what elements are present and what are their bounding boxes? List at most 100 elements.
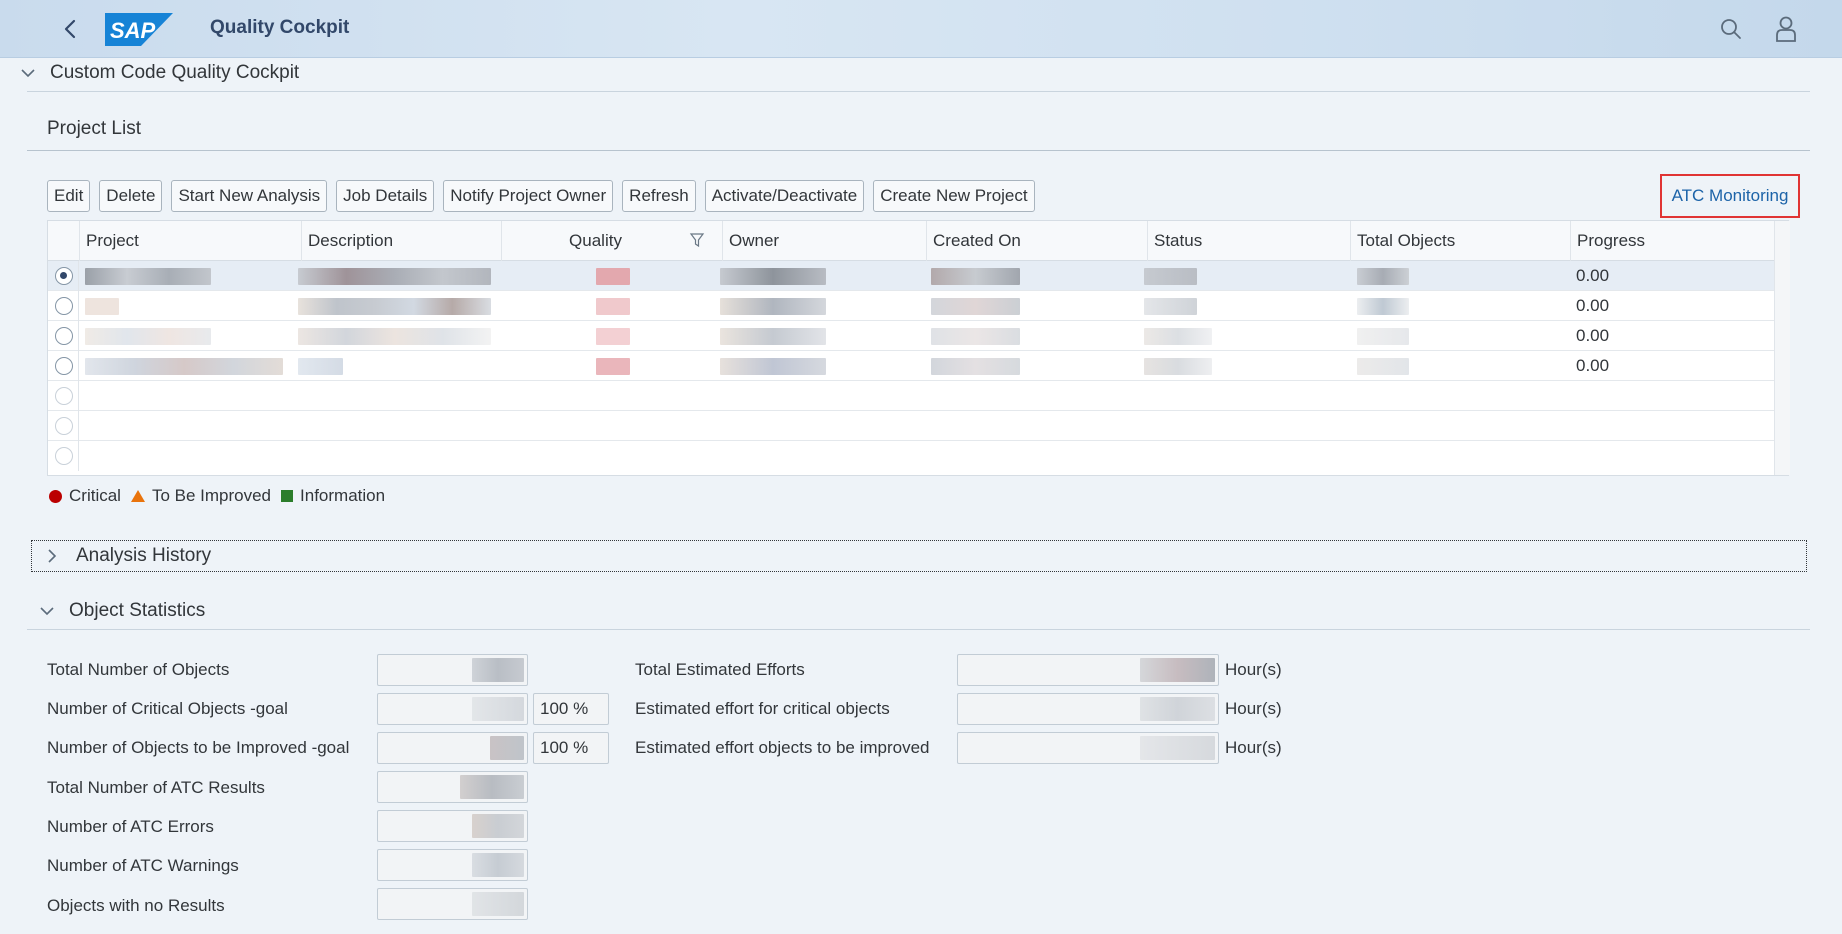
redacted-description bbox=[298, 268, 491, 285]
label-improved-objects-goal: Number of Objects to be Improved -goal bbox=[47, 738, 350, 757]
redacted-owner bbox=[720, 298, 826, 315]
row-selector bbox=[48, 321, 79, 351]
sap-logo[interactable]: SAP bbox=[105, 13, 173, 46]
progress-value: 0.00 bbox=[1576, 326, 1610, 345]
select-column-header bbox=[48, 221, 79, 261]
label-total-estimated-efforts: Total Estimated Efforts bbox=[635, 660, 805, 679]
chevron-right-icon[interactable] bbox=[42, 546, 62, 566]
section-header-object-statistics[interactable]: Object Statistics bbox=[37, 600, 205, 622]
redacted-created-on bbox=[931, 268, 1020, 285]
section-header-custom-code[interactable]: Custom Code Quality Cockpit bbox=[18, 62, 299, 84]
row-selector bbox=[48, 381, 79, 411]
edit-button[interactable]: Edit bbox=[47, 180, 91, 212]
project-list-title: Project List bbox=[47, 118, 141, 139]
redacted-status bbox=[1144, 268, 1197, 285]
section-header-analysis-history[interactable]: Analysis History bbox=[31, 540, 1807, 572]
row-selector bbox=[48, 351, 79, 381]
atc-monitoring-link[interactable]: ATC Monitoring bbox=[1672, 186, 1789, 206]
table-row-empty bbox=[48, 441, 1774, 471]
table-row[interactable]: 0.00 bbox=[48, 321, 1774, 351]
redacted-created-on bbox=[931, 328, 1020, 345]
chevron-down-icon[interactable] bbox=[37, 601, 57, 621]
redacted-value bbox=[472, 697, 524, 721]
redacted-description bbox=[298, 358, 343, 375]
redacted-description bbox=[298, 298, 491, 315]
row-selector bbox=[48, 441, 79, 471]
row-radio[interactable] bbox=[55, 297, 73, 315]
label-total-atc-results: Total Number of ATC Results bbox=[47, 778, 265, 797]
effort-improved-field bbox=[957, 732, 1219, 764]
total-objects-field bbox=[377, 654, 528, 686]
column-header-project[interactable]: Project bbox=[79, 221, 301, 261]
delete-button[interactable]: Delete bbox=[99, 180, 163, 212]
table-row-empty bbox=[48, 381, 1774, 411]
refresh-button[interactable]: Refresh bbox=[622, 180, 696, 212]
objects-no-results-field bbox=[377, 888, 528, 920]
information-square-icon bbox=[281, 490, 294, 502]
label-effort-critical-objects: Estimated effort for critical objects bbox=[635, 699, 890, 718]
notify-project-owner-button[interactable]: Notify Project Owner bbox=[443, 180, 614, 212]
redacted-status bbox=[1144, 298, 1197, 315]
redacted-value bbox=[460, 775, 524, 799]
chevron-down-icon[interactable] bbox=[18, 63, 38, 83]
table-row[interactable]: 0.00 bbox=[48, 291, 1774, 321]
table-row-empty bbox=[48, 411, 1774, 441]
quality-legend: Critical To Be Improved Information bbox=[49, 486, 385, 506]
critical-goal-percent: 100 % bbox=[533, 693, 609, 725]
column-header-owner[interactable]: Owner bbox=[722, 221, 926, 261]
object-statistics-title: Object Statistics bbox=[69, 600, 206, 621]
analysis-history-title: Analysis History bbox=[76, 545, 212, 566]
legend-critical: Critical bbox=[69, 486, 121, 505]
redacted-created-on bbox=[931, 358, 1020, 375]
redacted-value bbox=[472, 814, 524, 838]
critical-dot-icon bbox=[49, 489, 62, 503]
column-header-total-objects[interactable]: Total Objects bbox=[1350, 221, 1570, 261]
label-effort-improved-objects: Estimated effort objects to be improved bbox=[635, 738, 930, 757]
table-row[interactable]: 0.00 bbox=[48, 351, 1774, 381]
row-radio[interactable] bbox=[55, 327, 73, 345]
redacted-project bbox=[85, 328, 211, 345]
row-radio bbox=[55, 417, 73, 435]
redacted-status bbox=[1144, 328, 1212, 345]
column-header-description[interactable]: Description bbox=[301, 221, 501, 261]
column-header-created-on[interactable]: Created On bbox=[926, 221, 1147, 261]
critical-objects-field bbox=[377, 693, 528, 725]
improved-objects-field bbox=[377, 732, 528, 764]
activate-deactivate-button[interactable]: Activate/Deactivate bbox=[704, 180, 865, 212]
column-header-status[interactable]: Status bbox=[1147, 221, 1350, 261]
row-selector bbox=[48, 411, 79, 441]
atc-monitoring-highlight: ATC Monitoring bbox=[1660, 174, 1800, 218]
legend-to-be-improved: To Be Improved bbox=[151, 486, 272, 505]
redacted-total-objects bbox=[1357, 298, 1409, 315]
quality-indicator bbox=[596, 268, 630, 285]
search-icon[interactable] bbox=[1718, 16, 1744, 42]
create-new-project-button[interactable]: Create New Project bbox=[873, 180, 1035, 212]
job-details-button[interactable]: Job Details bbox=[336, 180, 435, 212]
table-scrollbar[interactable] bbox=[1774, 221, 1790, 475]
redacted-total-objects bbox=[1357, 328, 1409, 345]
user-icon[interactable] bbox=[1773, 15, 1799, 43]
redacted-owner bbox=[720, 268, 826, 285]
quality-indicator bbox=[596, 358, 630, 375]
redacted-value bbox=[490, 736, 524, 760]
table-header: Project Description Quality Owner Create… bbox=[48, 221, 1774, 261]
section-title: Custom Code Quality Cockpit bbox=[50, 62, 300, 83]
back-icon[interactable] bbox=[56, 15, 84, 43]
quality-indicator bbox=[596, 298, 630, 315]
row-radio[interactable] bbox=[55, 267, 73, 285]
redacted-value bbox=[472, 892, 524, 916]
redacted-created-on bbox=[931, 298, 1020, 315]
filter-icon[interactable] bbox=[689, 232, 705, 248]
row-selector bbox=[48, 261, 79, 291]
start-new-analysis-button[interactable]: Start New Analysis bbox=[171, 180, 328, 212]
total-atc-results-field bbox=[377, 771, 528, 803]
column-header-quality[interactable]: Quality bbox=[501, 221, 689, 261]
table-row[interactable]: 0.00 bbox=[48, 261, 1774, 291]
total-estimated-efforts-field bbox=[957, 654, 1219, 686]
legend-information: Information bbox=[300, 486, 386, 505]
row-radio[interactable] bbox=[55, 357, 73, 375]
svg-text:SAP: SAP bbox=[110, 18, 156, 43]
column-header-progress[interactable]: Progress bbox=[1570, 221, 1774, 261]
label-objects-no-results: Objects with no Results bbox=[47, 896, 225, 915]
improved-goal-percent: 100 % bbox=[533, 732, 609, 764]
